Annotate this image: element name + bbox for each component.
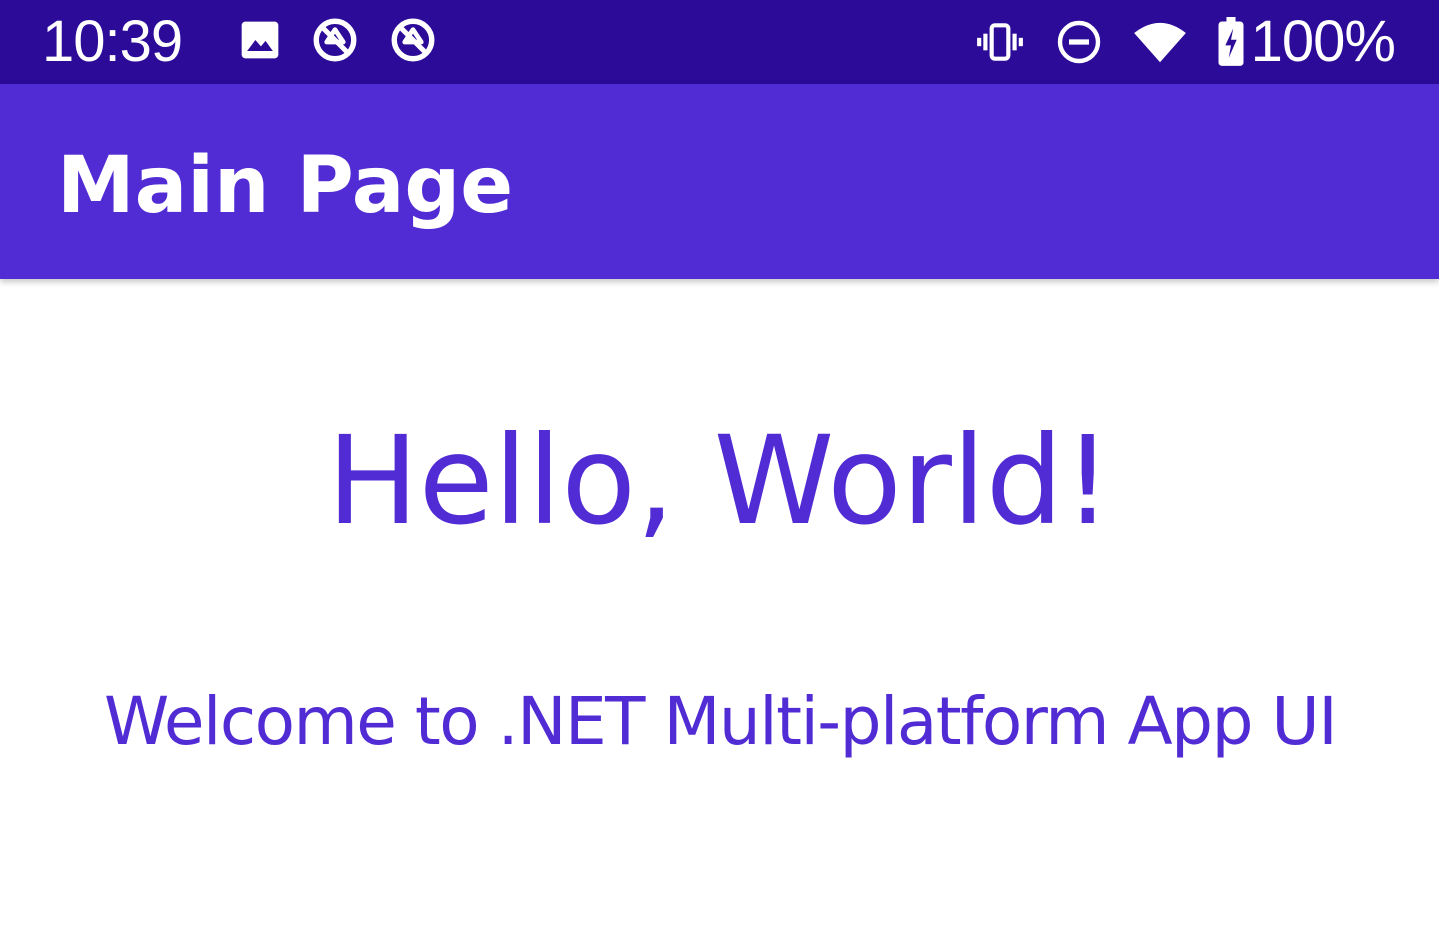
battery-percent: 100% bbox=[1250, 9, 1396, 74]
do-not-disturb-icon bbox=[1055, 18, 1103, 66]
image-icon bbox=[238, 18, 282, 66]
app-bar: Main Page bbox=[0, 84, 1439, 279]
status-time: 10:39 bbox=[42, 9, 183, 74]
status-notification-icons bbox=[238, 18, 438, 66]
wifi-icon bbox=[1133, 18, 1187, 66]
hello-heading: Hello, World! bbox=[326, 410, 1113, 552]
battery-charging-icon bbox=[1217, 17, 1245, 67]
vibrate-icon bbox=[975, 17, 1025, 67]
data-saver-icon bbox=[310, 15, 360, 69]
data-saver-icon bbox=[388, 15, 438, 69]
page-title: Main Page bbox=[57, 141, 514, 231]
status-bar: 10:39 100% bbox=[0, 0, 1439, 84]
status-system-icons: 100% bbox=[975, 9, 1396, 74]
main-content: Hello, World! Welcome to .NET Multi-plat… bbox=[0, 279, 1439, 928]
welcome-text: Welcome to .NET Multi-platform App UI bbox=[104, 683, 1338, 760]
